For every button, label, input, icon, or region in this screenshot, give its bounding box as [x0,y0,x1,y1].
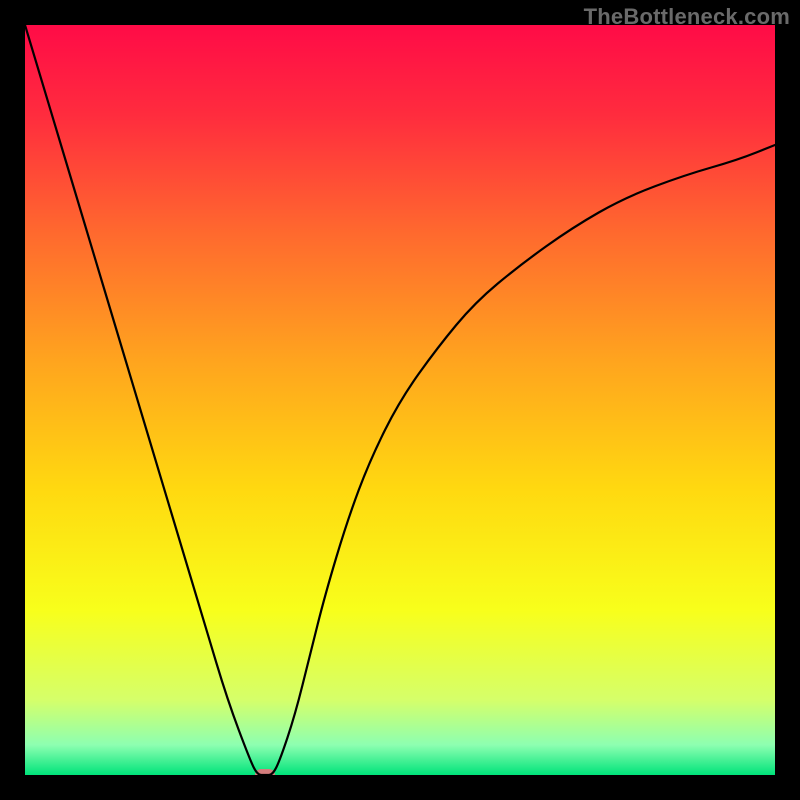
plot-area [25,25,775,775]
chart-frame: TheBottleneck.com [0,0,800,800]
chart-svg [25,25,775,775]
